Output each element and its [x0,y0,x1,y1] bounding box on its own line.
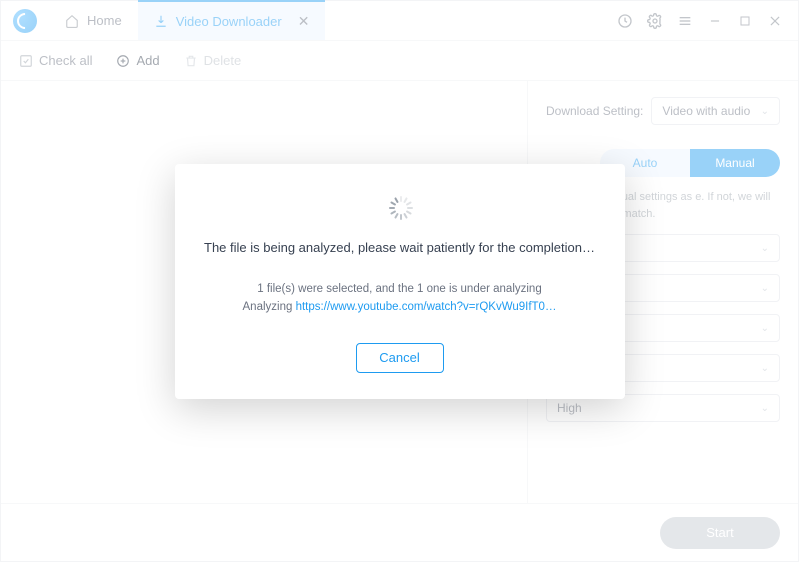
modal-line2-prefix: Analyzing [243,301,296,313]
modal-line2: Analyzing https://www.youtube.com/watch?… [203,301,597,313]
modal-line1: 1 file(s) were selected, and the 1 one i… [203,283,597,295]
analyzing-url-link[interactable]: https://www.youtube.com/watch?v=rQKvWu9I… [296,301,557,313]
spinner-icon [388,196,412,220]
modal-title: The file is being analyzed, please wait … [203,240,597,255]
analyzing-modal: The file is being analyzed, please wait … [175,164,625,399]
modal-overlay: The file is being analyzed, please wait … [0,0,799,562]
cancel-button[interactable]: Cancel [356,343,444,373]
